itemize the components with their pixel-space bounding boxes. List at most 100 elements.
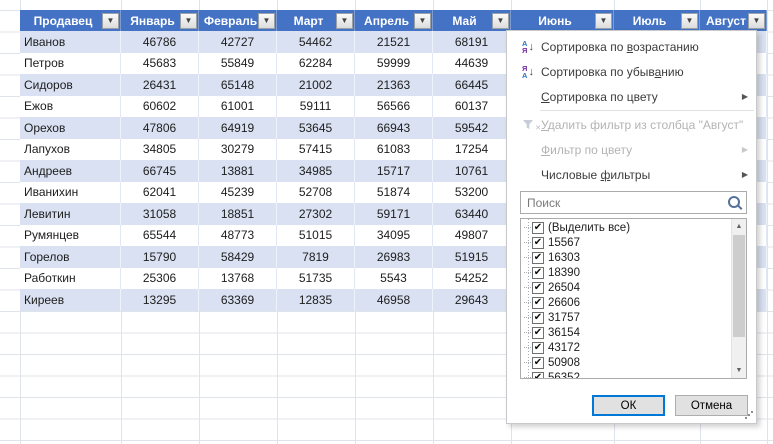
cell-value: 51874 [355,182,433,204]
cell-value: 42727 [199,31,277,53]
filter-value-item[interactable]: ✔ 56352 [521,370,746,379]
cell-value: 53200 [433,182,511,204]
filter-button[interactable]: ▼ [748,13,765,29]
filter-value-label: 50908 [548,357,580,369]
cell-seller-name: Горелов [20,246,121,268]
cell-value: 30279 [199,139,277,161]
menu-item-label: Фильтр по цвету [541,143,632,157]
checkbox-icon[interactable]: ✔ [532,297,544,309]
clear-filter-icon: ✕ [515,120,541,130]
filter-value-label: 43172 [548,342,580,354]
cell-value: 18851 [199,203,277,225]
cell-value: 65544 [121,225,199,247]
checkbox-icon[interactable]: ✔ [532,372,544,380]
filter-button[interactable]: ▼ [258,13,275,29]
cell-value: 66445 [433,74,511,96]
search-input[interactable] [520,191,747,214]
filter-button[interactable]: ▼ [414,13,431,29]
column-header-label: Май [452,14,490,28]
search-icon [728,196,740,208]
filter-value-item[interactable]: ✔36154 [521,325,746,340]
tree-line [524,242,531,243]
cell-value: 56566 [355,96,433,118]
cell-seller-name: Работкин [20,268,121,290]
column-header-label: Июль [633,14,681,28]
cell-value: 64919 [199,117,277,139]
tree-line [524,272,531,273]
filter-value-label: 56352 [548,372,580,380]
cell-value: 26431 [121,74,199,96]
cell-seller-name: Левитин [20,203,121,225]
cell-value: 10761 [433,160,511,182]
cell-seller-name: Киреев [20,289,121,311]
table-header-row: Продавец▼Январь▼Февраль▼Март▼Апрель▼Май▼… [20,10,767,31]
filter-value-item[interactable]: ✔16303 [521,250,746,265]
cell-value: 29643 [433,289,511,311]
filter-value-item[interactable]: ✔26606 [521,295,746,310]
cell-value: 59999 [355,53,433,75]
filter-value-item[interactable]: ✔26504 [521,280,746,295]
filter-menu-items: АЯ↓Сортировка по возрастаниюЯА↓Сортировк… [507,34,756,187]
filter-value-item[interactable]: ✔ 50908 [521,355,746,370]
menu-item-label: Сортировка по возрастанию [541,40,699,54]
menu-item-sort-descending[interactable]: ЯА↓Сортировка по убыванию [507,59,756,84]
cell-value: 61001 [199,96,277,118]
column-header-6: Май▼ [433,10,511,31]
ok-button[interactable]: ОК [592,395,665,416]
cell-value: 62284 [277,53,355,75]
filter-button[interactable]: ▼ [336,13,353,29]
filter-menu: АЯ↓Сортировка по возрастаниюЯА↓Сортировк… [506,30,757,424]
filter-button[interactable]: ▼ [102,13,119,29]
cell-value: 5543 [355,268,433,290]
column-header-label: Июнь [538,14,586,28]
filter-value-label: 18390 [548,267,580,279]
search-box [520,191,747,214]
scroll-down-button[interactable]: ▼ [732,363,746,378]
checkbox-icon[interactable]: ✔ [532,267,544,279]
dialog-buttons: ОК Отмена [507,395,748,416]
filter-select-all-item[interactable]: ✔(Выделить все) [521,220,746,235]
sort-descending-icon: ЯА↓ [515,65,541,79]
cell-value: 15717 [355,160,433,182]
cancel-button[interactable]: Отмена [675,395,748,416]
menu-item-sort-by-color[interactable]: Сортировка по цвету▶ [507,84,756,109]
tree-line [524,317,531,318]
scrollbar[interactable]: ▲ ▼ [731,219,746,378]
cell-value: 51915 [433,246,511,268]
filter-arrow-icon: ▼ [753,17,761,25]
cell-value: 60602 [121,96,199,118]
resize-grip-icon[interactable] [744,411,753,420]
filter-arrow-icon: ▼ [185,17,193,25]
filter-value-item[interactable]: ✔ 18390 [521,265,746,280]
checkbox-icon[interactable]: ✔ [532,312,544,324]
filter-button[interactable]: ▼ [180,13,197,29]
checkbox-icon[interactable]: ✔ [532,327,544,339]
checkbox-icon[interactable]: ✔ [532,237,544,249]
checkbox-icon[interactable]: ✔ [532,357,544,369]
scroll-thumb[interactable] [733,235,745,337]
scroll-up-button[interactable]: ▲ [732,219,746,234]
column-header-7: Июнь ▼ [511,10,614,31]
tree-line [524,302,531,303]
checkbox-icon[interactable]: ✔ [532,282,544,294]
cell-seller-name: Орехов [20,117,121,139]
filter-value-item[interactable]: ✔ 43172 [521,340,746,355]
filter-button[interactable]: ▼ [595,13,612,29]
cell-seller-name: Иванов [20,31,121,53]
filter-button[interactable]: ▼ [681,13,698,29]
cell-value: 46958 [355,289,433,311]
filter-button[interactable]: ▼ [492,13,509,29]
cell-value: 48773 [199,225,277,247]
filter-value-item[interactable]: ✔ 15567 [521,235,746,250]
filter-value-item[interactable]: ✔31757 [521,310,746,325]
cell-seller-name: Петров [20,53,121,75]
filter-arrow-icon: ▼ [263,17,271,25]
cell-value: 7819 [277,246,355,268]
checkbox-icon[interactable]: ✔ [532,342,544,354]
menu-item-number-filters[interactable]: Числовые фильтры▶ [507,162,756,187]
filter-value-label: 15567 [548,237,580,249]
checkbox-icon[interactable]: ✔ [532,252,544,264]
checkbox-icon[interactable]: ✔ [532,222,544,234]
menu-item-sort-ascending[interactable]: АЯ↓Сортировка по возрастанию [507,34,756,59]
cell-value: 26983 [355,246,433,268]
